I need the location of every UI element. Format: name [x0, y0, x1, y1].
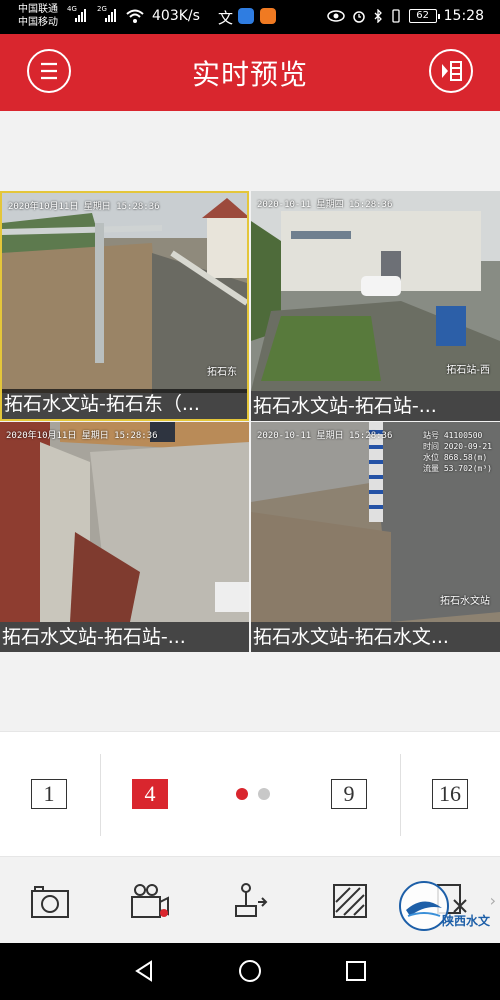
water-level: 水位 868.58(m) — [423, 453, 488, 462]
hydrology-readout: 站号 41100500 时间 2020-09-21 水位 868.58(m) 流… — [423, 430, 492, 474]
back-icon[interactable] — [132, 959, 156, 983]
signal-2-icon — [105, 8, 116, 22]
video-record-icon — [131, 884, 169, 918]
status-right: 62 15:28 — [326, 8, 484, 24]
split-1-button[interactable]: 1 — [31, 779, 67, 809]
video-grid: 2020年10月11日 星期日 15:28:36 拓石东 拓石水文站-拓石东（.… — [0, 191, 500, 652]
camera-label: 拓石水文站-拓石站-... — [251, 391, 500, 421]
video-name-overlay: 拓石东 — [207, 367, 237, 378]
video-cell-2[interactable]: 2020-10-11 星期四 15:28:36 拓石站-西 拓石水文站-拓石站-… — [251, 191, 500, 421]
divider — [100, 754, 101, 836]
record-button[interactable] — [130, 882, 170, 920]
station-id: 站号 41100500 — [423, 431, 483, 440]
video-timestamp: 2020年10月11日 星期日 15:28:36 — [8, 202, 160, 212]
video-cell-4[interactable]: 2020-10-11 星期日 15:28:36 站号 41100500 时间 2… — [251, 422, 500, 652]
flow-rate: 流量 53.702(m³) — [423, 464, 492, 473]
signal-1-icon — [75, 8, 86, 22]
video-timestamp: 2020-10-11 星期四 15:28:36 — [257, 200, 393, 210]
video-cell-1[interactable]: 2020年10月11日 星期日 15:28:36 拓石东 拓石水文站-拓石东（.… — [0, 191, 249, 421]
ptz-joystick-icon — [235, 883, 268, 917]
split-9-button[interactable]: 9 — [331, 779, 367, 809]
system-nav-bar — [0, 943, 500, 1000]
recents-icon[interactable] — [344, 959, 368, 983]
battery-icon: 62 — [408, 9, 440, 23]
video-app-icon — [260, 8, 276, 24]
camera-label: 拓石水文站-拓石站-... — [0, 622, 249, 652]
battery-level: 62 — [416, 10, 429, 21]
app-header: 实时预览 — [0, 34, 500, 111]
status-bar: 中国联通 中国移动 4G 2G 403K/s 文 62 15:28 — [0, 0, 500, 34]
translate-icon: 文 — [218, 9, 234, 27]
app-notification-icon — [238, 8, 254, 24]
bluetooth-icon — [374, 9, 382, 23]
camera-label: 拓石水文站-拓石水文... — [251, 622, 500, 652]
alarm-icon — [352, 11, 365, 23]
split-16-button[interactable]: 16 — [432, 779, 468, 809]
eye-icon — [326, 10, 345, 22]
camera-label: 拓石水文站-拓石东（... — [2, 389, 247, 419]
reading-time: 时间 2020-09-21 — [423, 442, 492, 451]
vibrate-icon — [391, 9, 400, 23]
page-title: 实时预览 — [191, 58, 308, 91]
playback-button[interactable] — [429, 49, 473, 93]
ptz-button[interactable] — [232, 882, 272, 920]
playback-list-icon — [442, 61, 462, 81]
camera-snapshot-icon — [31, 886, 69, 918]
video-name-overlay: 拓石水文站 — [440, 596, 490, 607]
split-4-button[interactable]: 4 — [132, 779, 168, 809]
page-dot-active[interactable] — [236, 788, 248, 800]
video-cell-3[interactable]: 2020年10月11日 星期日 15:28:36 拓石水文站-拓石站-... — [0, 422, 249, 652]
carrier-info: 中国联通 中国移动 — [18, 3, 58, 29]
network-speed: 403K/s — [152, 8, 200, 24]
wifi-icon — [126, 9, 144, 23]
watermark-logo: 陕西水文 — [396, 880, 496, 932]
quality-button[interactable] — [330, 882, 370, 920]
watermark-text: 陕西水文 — [442, 914, 491, 928]
clock: 15:28 — [443, 8, 484, 24]
video-feed-3 — [0, 422, 249, 622]
video-name-overlay: 拓石站-西 — [446, 365, 490, 376]
video-timestamp: 2020-10-11 星期日 15:28:36 — [257, 431, 393, 441]
split-screen-selector: 1 4 9 16 — [0, 731, 500, 857]
divider — [400, 754, 401, 836]
snapshot-button[interactable] — [30, 882, 70, 920]
carrier-2: 中国移动 — [18, 17, 58, 28]
image-quality-icon — [333, 884, 367, 918]
page-dot[interactable] — [258, 788, 270, 800]
video-timestamp: 2020年10月11日 星期日 15:28:36 — [6, 431, 158, 441]
home-icon[interactable] — [238, 959, 262, 983]
carrier-1: 中国联通 — [18, 4, 58, 15]
